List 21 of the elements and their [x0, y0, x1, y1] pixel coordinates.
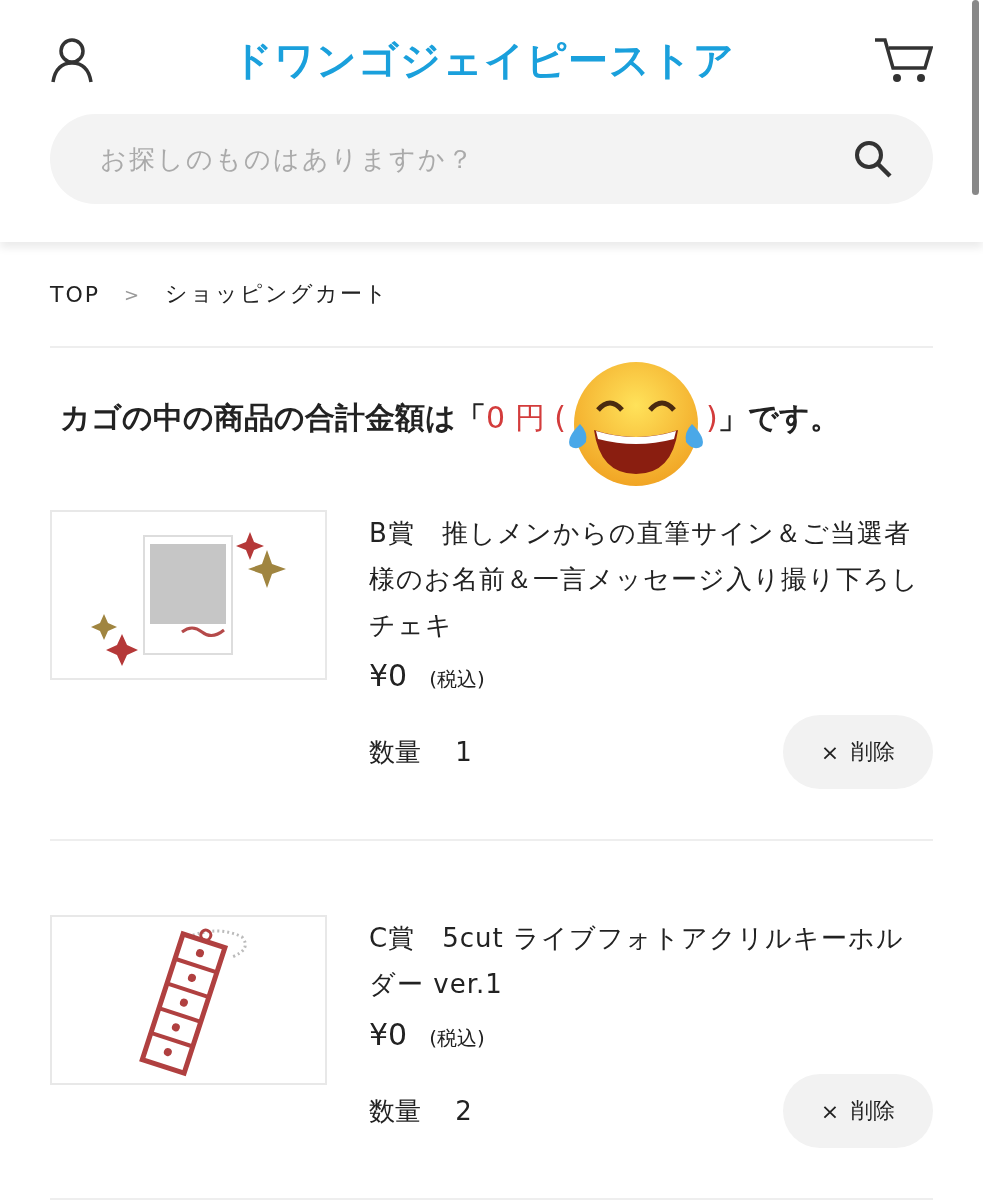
delete-button[interactable]: × 削除	[783, 1074, 933, 1148]
cart-total-text: カゴの中の商品の合計金額は「0 円 (	[60, 398, 566, 437]
product-title[interactable]: B賞 推しメンからの直筆サイン＆ご当選者様のお名前＆一言メッセージ入り撮り下ろしチェキ	[369, 510, 933, 648]
tax-note: (税込)	[429, 666, 485, 693]
tax-note: (税込)	[429, 1025, 485, 1052]
delete-button[interactable]: × 削除	[783, 715, 933, 789]
scrollbar[interactable]	[972, 0, 979, 195]
quantity-text: 数量 2	[369, 1094, 472, 1128]
cart-total-suffix: )」です。	[705, 398, 840, 437]
search-icon[interactable]	[853, 139, 893, 179]
quantity-text: 数量 1	[369, 735, 472, 769]
breadcrumb-link[interactable]: ショッピングカート	[165, 279, 390, 309]
breadcrumb-link[interactable]: TOP	[50, 281, 101, 307]
product-title[interactable]: C賞 5cut ライブフォトアクリルキーホルダー ver.1	[369, 915, 933, 1007]
breadcrumb-separator: >	[124, 283, 142, 305]
search-bar[interactable]: お探しのものはありますか？	[50, 114, 933, 204]
cart-icon[interactable]	[873, 36, 933, 84]
product-price: ¥0	[369, 658, 408, 693]
user-icon[interactable]	[50, 37, 94, 83]
product-price: ¥0	[369, 1017, 408, 1052]
search-field[interactable]: お探しのものはありますか？	[98, 143, 853, 175]
